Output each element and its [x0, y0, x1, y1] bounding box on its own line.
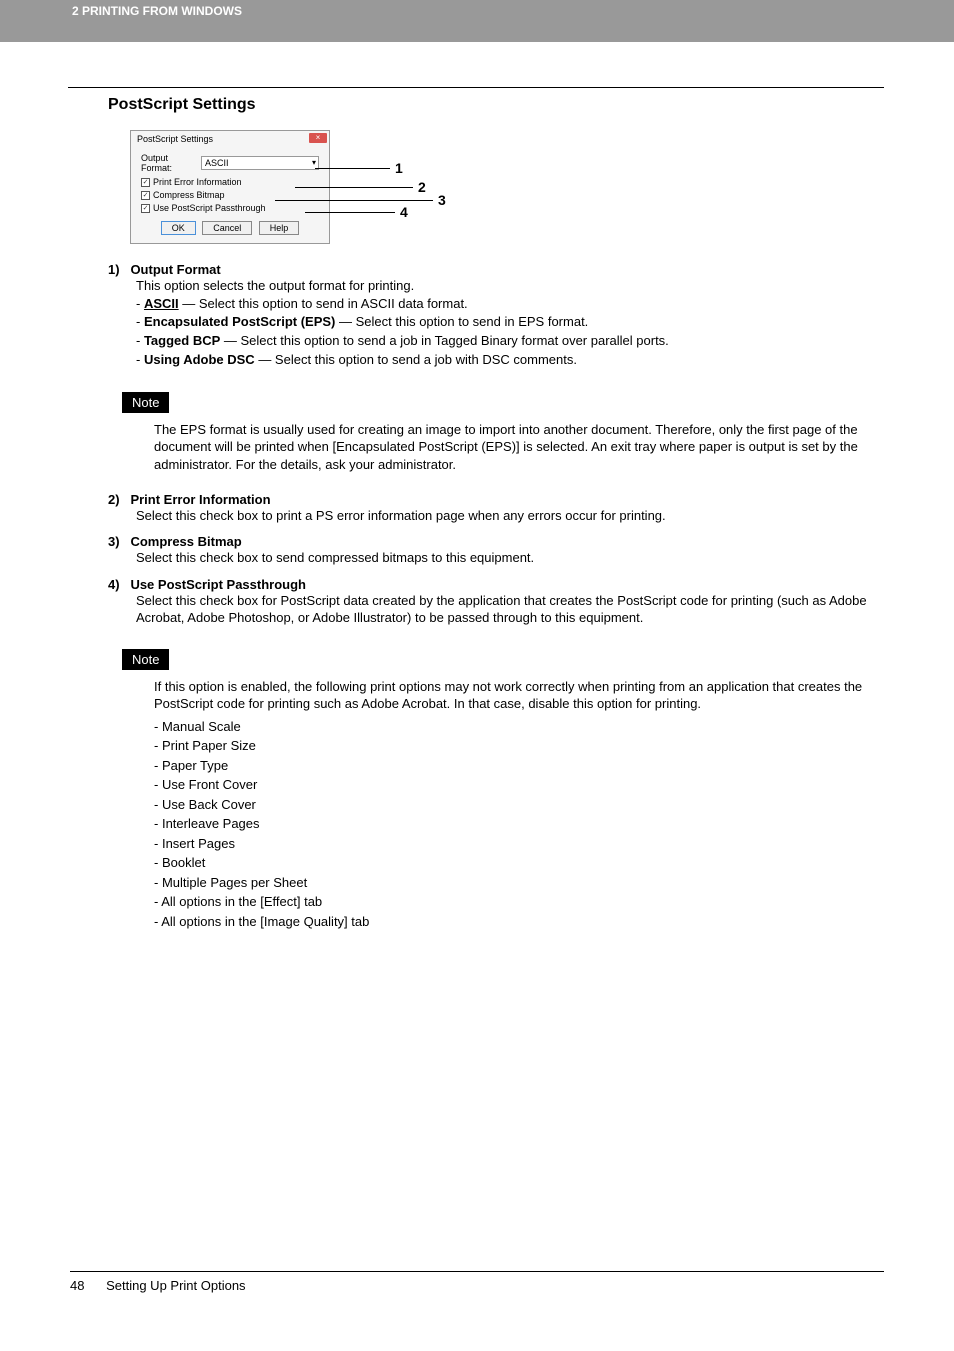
print-error-checkbox-label: Print Error Information [153, 177, 242, 187]
item-4-title: Use PostScript Passthrough [130, 577, 306, 592]
note-4-body: If this option is enabled, the following… [154, 678, 884, 713]
item-1-desc: This option selects the output format fo… [136, 277, 884, 295]
callout-line [295, 187, 413, 188]
item-1-number: 1) [108, 262, 120, 277]
item-2-desc: Select this check box to print a PS erro… [136, 507, 884, 525]
callout-line [275, 200, 433, 201]
item-4: 4) Use PostScript Passthrough Select thi… [108, 577, 884, 627]
passthrough-checkbox-row[interactable]: ✓ Use PostScript Passthrough [141, 203, 319, 213]
output-format-label: Output Format: [141, 153, 201, 173]
compress-bitmap-checkbox-row[interactable]: ✓ Compress Bitmap [141, 190, 319, 200]
callout-1: 1 [395, 160, 403, 176]
page-number: 48 [70, 1278, 84, 1293]
passthrough-checkbox-label: Use PostScript Passthrough [153, 203, 266, 213]
close-icon[interactable]: × [309, 133, 327, 143]
page-content: PostScript Settings PostScript Settings … [0, 42, 954, 931]
list-item: Multiple Pages per Sheet [154, 873, 884, 893]
footer-text: 48 Setting Up Print Options [70, 1278, 884, 1293]
item-3-desc: Select this check box to send compressed… [136, 549, 884, 567]
page-footer: 48 Setting Up Print Options [0, 1271, 954, 1323]
list-item: Use Back Cover [154, 795, 884, 815]
item-2-number: 2) [108, 492, 120, 507]
footer-section: Setting Up Print Options [106, 1278, 245, 1293]
callout-line [305, 212, 395, 213]
list-item: Encapsulated PostScript (EPS) — Select t… [136, 313, 884, 332]
print-error-checkbox-row[interactable]: ✓ Print Error Information [141, 177, 319, 187]
section-title: PostScript Settings [108, 96, 884, 114]
item-3-title: Compress Bitmap [130, 534, 241, 549]
list-item: Manual Scale [154, 717, 884, 737]
compress-bitmap-checkbox-label: Compress Bitmap [153, 190, 225, 200]
chapter-header: 2 PRINTING FROM WINDOWS [0, 0, 954, 42]
dialog-figure: PostScript Settings × Output Format: ASC… [130, 130, 460, 244]
callout-4: 4 [400, 204, 408, 220]
list-item: Use Front Cover [154, 775, 884, 795]
note-label: Note [122, 392, 169, 413]
output-format-select[interactable]: ASCII ▾ [201, 156, 319, 170]
help-button[interactable]: Help [259, 221, 300, 235]
checkbox-icon: ✓ [141, 204, 150, 213]
chapter-title: 2 PRINTING FROM WINDOWS [72, 4, 242, 18]
list-item: Using Adobe DSC — Select this option to … [136, 351, 884, 370]
callout-3: 3 [438, 192, 446, 208]
item-1-options: ASCII — Select this option to send in AS… [136, 295, 884, 370]
list-item: All options in the [Image Quality] tab [154, 912, 884, 932]
list-item: All options in the [Effect] tab [154, 892, 884, 912]
dialog-title-text: PostScript Settings [137, 134, 213, 144]
list-item: Insert Pages [154, 834, 884, 854]
list-item: ASCII — Select this option to send in AS… [136, 295, 884, 314]
note-label: Note [122, 649, 169, 670]
ok-button[interactable]: OK [161, 221, 196, 235]
checkbox-icon: ✓ [141, 178, 150, 187]
dialog-titlebar: PostScript Settings × [131, 131, 329, 147]
dialog-buttons: OK Cancel Help [141, 221, 319, 235]
note-1-body: The EPS format is usually used for creat… [154, 421, 884, 474]
cancel-button[interactable]: Cancel [202, 221, 252, 235]
dialog-body: Output Format: ASCII ▾ ✓ Print Error Inf… [131, 147, 329, 243]
item-2: 2) Print Error Information Select this c… [108, 492, 884, 525]
callout-2: 2 [418, 179, 426, 195]
list-item: Interleave Pages [154, 814, 884, 834]
item-3: 3) Compress Bitmap Select this check box… [108, 534, 884, 567]
output-format-row: Output Format: ASCII ▾ [141, 153, 319, 173]
callout-line [315, 168, 390, 169]
item-1-title: Output Format [130, 262, 220, 277]
list-item: Paper Type [154, 756, 884, 776]
item-1: 1) Output Format This option selects the… [108, 262, 884, 370]
item-2-title: Print Error Information [130, 492, 270, 507]
section-rule [68, 87, 884, 88]
list-item: Print Paper Size [154, 736, 884, 756]
footer-rule [70, 1271, 884, 1272]
checkbox-icon: ✓ [141, 191, 150, 200]
list-item: Booklet [154, 853, 884, 873]
item-4-number: 4) [108, 577, 120, 592]
note-4-list: Manual Scale Print Paper Size Paper Type… [154, 717, 884, 932]
list-item: Tagged BCP — Select this option to send … [136, 332, 884, 351]
item-3-number: 3) [108, 534, 120, 549]
item-4-desc: Select this check box for PostScript dat… [136, 592, 884, 627]
